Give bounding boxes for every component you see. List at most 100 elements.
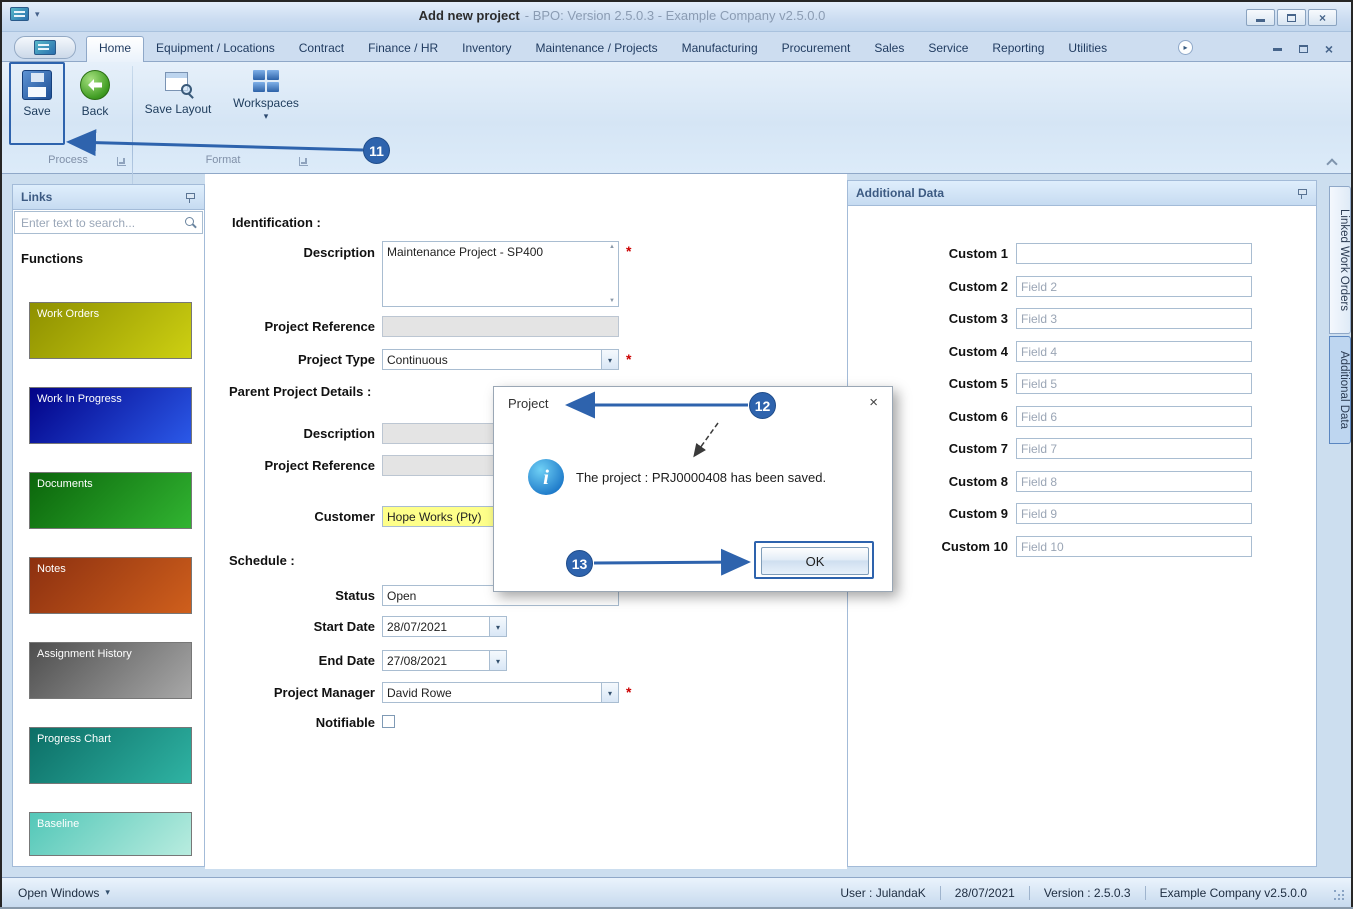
pin-icon[interactable] [185,192,196,203]
project-manager-combo[interactable]: David Rowe ▾ [382,682,619,703]
ribbon-collapse-icon[interactable] [1326,158,1338,170]
open-windows-label: Open Windows [18,885,100,900]
scroll-down-icon[interactable]: ▼ [609,298,615,304]
dropdown-arrow-icon[interactable]: ▾ [601,350,618,369]
tab-maintenance-projects[interactable]: Maintenance / Projects [524,36,670,62]
tab-equipment-locations[interactable]: Equipment / Locations [144,36,287,62]
function-documents[interactable]: Documents [29,472,192,529]
application-window: ▾ Add new project - BPO: Version 2.5.0.3 … [0,0,1353,907]
mdi-close-icon[interactable]: × [1325,42,1333,56]
project-type-label: Project Type [297,352,375,367]
tab-procurement[interactable]: Procurement [770,36,863,62]
ribbon: Save Back Save Layout Workspaces ▾ Proce… [2,62,1351,212]
custom2-field[interactable] [1016,276,1252,297]
open-windows-button[interactable]: Open Windows ▾ [18,878,110,907]
custom1-label: Custom 1 [948,246,1008,261]
tab-sales[interactable]: Sales [862,36,916,62]
function-baseline[interactable]: Baseline [29,812,192,856]
back-icon [80,70,110,100]
function-work-in-progress[interactable]: Work In Progress [29,387,192,444]
function-notes[interactable]: Notes [29,557,192,614]
custom4-field[interactable] [1016,341,1252,362]
save-icon [22,70,52,100]
format-dialog-launcher-icon[interactable] [299,157,308,166]
tab-finance-hr[interactable]: Finance / HR [356,36,450,62]
custom6-field[interactable] [1016,406,1252,427]
search-input[interactable] [15,212,185,233]
maximize-button[interactable] [1277,9,1306,26]
workspaces-icon [253,70,279,92]
links-panel: Links Functions Work Orders Work In Prog… [12,184,205,867]
description-required-marker: * [626,243,632,259]
save-layout-button[interactable]: Save Layout [140,65,216,147]
custom7-field[interactable] [1016,438,1252,459]
title-bar: ▾ Add new project - BPO: Version 2.5.0.3 … [2,2,1351,32]
custom3-field[interactable] [1016,308,1252,329]
pin-icon[interactable] [1297,188,1308,199]
side-tab-linked-work-orders[interactable]: Linked Work Orders [1329,186,1351,334]
open-windows-caret-icon: ▾ [105,887,110,897]
section-parent-project: Parent Project Details : [229,384,372,399]
dropdown-arrow-icon[interactable]: ▾ [489,651,506,670]
minimize-button[interactable] [1246,9,1275,26]
custom4-label: Custom 4 [948,344,1008,359]
custom5-label: Custom 5 [948,376,1008,391]
ribbon-tab-row: Home Equipment / Locations Contract Fina… [2,32,1351,62]
dropdown-arrow-icon[interactable]: ▾ [489,617,506,636]
scroll-up-icon[interactable]: ▲ [609,244,615,250]
window-controls: × [1246,9,1337,26]
tab-service[interactable]: Service [916,36,980,62]
function-progress-chart[interactable]: Progress Chart [29,727,192,784]
description-field[interactable]: Maintenance Project - SP400 ▲ ▼ [382,241,619,307]
function-work-orders[interactable]: Work Orders [29,302,192,359]
application-menu-button[interactable] [14,36,76,59]
back-button[interactable]: Back [68,65,122,147]
links-search-box [14,211,203,234]
mdi-window-controls: × [1272,42,1333,56]
start-date-picker[interactable]: 28/07/2021 ▾ [382,616,507,637]
workspaces-button[interactable]: Workspaces ▾ [226,65,306,147]
memo-scrollbar[interactable]: ▲ ▼ [606,242,618,306]
side-tab-additional-data[interactable]: Additional Data [1329,336,1351,444]
notifiable-checkbox[interactable] [382,715,395,728]
tab-home[interactable]: Home [86,36,145,62]
dropdown-arrow-icon[interactable]: ▾ [601,683,618,702]
custom6-label: Custom 6 [948,409,1008,424]
tab-inventory[interactable]: Inventory [450,36,523,62]
function-assignment-history[interactable]: Assignment History [29,642,192,699]
status-version: Version : 2.5.0.3 [1043,885,1131,900]
links-panel-title: Links [21,190,53,204]
project-type-combo[interactable]: Continuous ▾ [382,349,619,370]
save-button[interactable]: Save [12,65,62,147]
mdi-minimize-icon[interactable] [1272,47,1282,51]
mdi-restore-icon[interactable] [1298,45,1308,53]
status-bar: Open Windows ▾ User : JulandaK 28/07/202… [2,877,1351,907]
tab-contract[interactable]: Contract [287,36,356,62]
group-caption-process: Process [6,154,130,170]
close-button[interactable]: × [1308,9,1337,26]
resize-grip[interactable] [1334,890,1346,902]
project-manager-required-marker: * [626,684,632,700]
parent-reference-label: Project Reference [264,458,375,473]
status-user: User : JulandaK [840,885,926,900]
custom9-field[interactable] [1016,503,1252,524]
tab-scroll-right-icon[interactable]: ▸ [1178,40,1193,55]
dialog-close-icon[interactable]: × [869,394,878,411]
custom5-field[interactable] [1016,373,1252,394]
process-dialog-launcher-icon[interactable] [117,157,126,166]
tab-utilities[interactable]: Utilities [1056,36,1119,62]
workspaces-button-label: Workspaces [233,96,299,110]
custom10-field[interactable] [1016,536,1252,557]
custom1-field[interactable] [1016,243,1252,264]
tab-manufacturing[interactable]: Manufacturing [670,36,770,62]
project-reference-field [382,316,619,337]
search-icon[interactable] [185,217,197,229]
dialog-message: The project : PRJ0000408 has been saved. [576,470,827,485]
tab-reporting[interactable]: Reporting [980,36,1056,62]
custom8-field[interactable] [1016,471,1252,492]
workspaces-dropdown-caret-icon: ▾ [263,111,269,121]
ok-button[interactable]: OK [761,547,869,575]
custom7-label: Custom 7 [948,441,1008,456]
end-date-picker[interactable]: 27/08/2021 ▾ [382,650,507,671]
window-title-main: Add new project [418,8,520,23]
